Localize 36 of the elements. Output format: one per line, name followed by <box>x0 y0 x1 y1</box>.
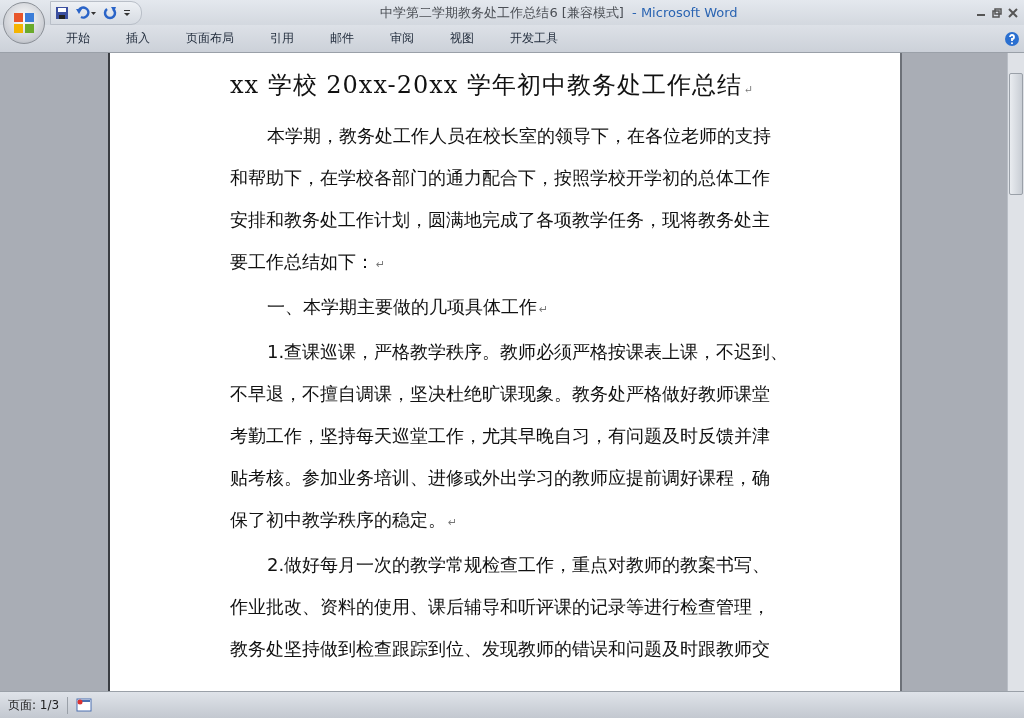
help-icon[interactable] <box>1004 30 1020 47</box>
window-title: 中学第二学期教务处工作总结6 [兼容模式] - Microsoft Word <box>379 3 739 22</box>
paragraph-line: 本学期，教务处工作人员在校长室的领导下，在各位老师的支持 <box>266 124 771 148</box>
ribbon-tab[interactable]: 插入 <box>112 27 164 50</box>
ribbon-tab[interactable]: 视图 <box>436 27 488 50</box>
ribbon-tab[interactable]: 开发工具 <box>496 27 572 50</box>
paragraph-line: 安排和教务处工作计划，圆满地完成了各项教学任务，现将教务处主 <box>230 208 771 232</box>
paragraph-line: 不早退，不擅自调课，坚决杜绝旷课现象。教务处严格做好教师课堂 <box>230 382 771 406</box>
layout-icon[interactable] <box>76 698 93 712</box>
customize-arrow-icon[interactable] <box>123 8 131 17</box>
vertical-scrollbar[interactable] <box>1007 53 1024 691</box>
ribbon-tab[interactable]: 引用 <box>256 27 308 50</box>
paragraph-line: 一、本学期主要做的几项具体工作↵ <box>266 295 549 319</box>
ribbon-tab[interactable]: 审阅 <box>376 27 428 50</box>
undo-icon[interactable] <box>75 5 97 20</box>
paragraph-line: 要工作总结如下：↵ <box>230 250 387 274</box>
paragraph-line: 2.做好每月一次的教学常规检查工作，重点对教师的教案书写、 <box>266 553 771 577</box>
close-icon[interactable] <box>1008 7 1018 18</box>
page-count[interactable]: 页面: 1/3 <box>0 696 69 714</box>
paragraph-line: 考勤工作，坚持每天巡堂工作，尤其早晚自习，有问题及时反馈并津 <box>230 424 771 448</box>
redo-icon[interactable] <box>103 5 117 20</box>
ribbon-tab[interactable]: 页面布局 <box>172 27 248 50</box>
document-title: xx 学校 20xx-20xx 学年初中教务处工作总结↵ <box>230 70 755 101</box>
paragraph-line: 贴考核。参加业务培训、进修或外出学习的教师应提前调好课程，确 <box>230 466 771 490</box>
paragraph-line: 1.查课巡课，严格教学秩序。教师必须严格按课表上课，不迟到、 <box>266 340 789 364</box>
scroll-thumb[interactable] <box>1009 73 1023 195</box>
ribbon-tab[interactable]: 开始 <box>52 27 104 50</box>
paragraph-line: 教务处坚持做到检查跟踪到位、发现教师的错误和问题及时跟教师交 <box>230 637 771 661</box>
ribbon-tab[interactable]: 邮件 <box>316 27 368 50</box>
save-icon[interactable] <box>55 5 69 20</box>
office-button[interactable] <box>3 2 45 44</box>
office-logo-icon <box>13 12 35 34</box>
paragraph-line: 和帮助下，在学校各部门的通力配合下，按照学校开学初的总体工作 <box>230 166 771 190</box>
paragraph-line: 作业批改、资料的使用、课后辅导和听评课的记录等进行检查管理， <box>230 595 771 619</box>
restore-icon[interactable] <box>992 7 1002 18</box>
paragraph-line: 保了初中教学秩序的稳定。↵ <box>230 508 459 532</box>
